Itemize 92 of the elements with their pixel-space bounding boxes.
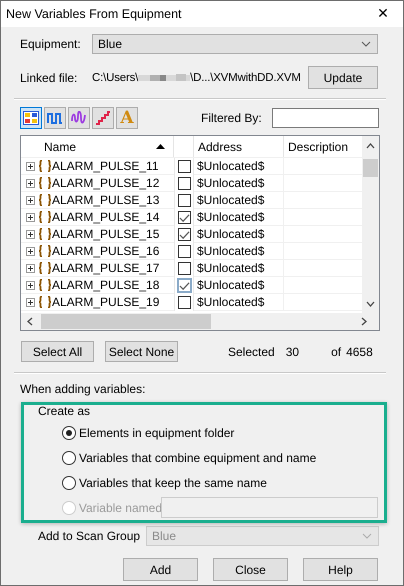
linked-file-label: Linked file: bbox=[20, 70, 78, 84]
expand-icon[interactable] bbox=[26, 264, 35, 272]
window-title: New Variables From Equipment bbox=[6, 7, 182, 21]
row-checkbox[interactable] bbox=[178, 228, 190, 241]
radio-label[interactable]: Elements in equipment folder bbox=[79, 426, 234, 440]
total-count: 4658 bbox=[346, 344, 373, 358]
expand-icon[interactable] bbox=[26, 280, 35, 290]
selected-label: Selected bbox=[228, 344, 275, 358]
dialog-button[interactable]: Help bbox=[303, 558, 378, 581]
group-label: Create as bbox=[38, 404, 90, 418]
radio-button[interactable] bbox=[62, 426, 76, 440]
variable-name: ALARM_PULSE_13 bbox=[52, 193, 160, 207]
scroll-down-icon[interactable] bbox=[366, 301, 375, 307]
steps-button[interactable] bbox=[92, 107, 114, 129]
address-cell: $Unlocated$ bbox=[197, 227, 264, 241]
variable-name: ALARM_PULSE_19 bbox=[52, 295, 160, 309]
equipment-dropdown[interactable]: Blue bbox=[92, 34, 378, 54]
of-label: of bbox=[331, 344, 342, 358]
braces-icon bbox=[38, 296, 52, 308]
address-cell: $Unlocated$ bbox=[197, 176, 264, 190]
expand-icon[interactable] bbox=[26, 162, 35, 170]
address-cell: $Unlocated$ bbox=[197, 261, 264, 275]
update-button[interactable]: Update bbox=[308, 66, 378, 89]
blurred-redaction bbox=[138, 72, 190, 82]
variable-name: ALARM_PULSE_18 bbox=[52, 278, 160, 292]
chevron-icon bbox=[361, 41, 371, 47]
steps-icon bbox=[95, 111, 111, 125]
address-cell: $Unlocated$ bbox=[197, 210, 264, 224]
chevron-icon bbox=[362, 533, 372, 539]
expand-icon[interactable] bbox=[26, 196, 35, 204]
grid-icon bbox=[23, 111, 39, 125]
variable-name: ALARM_PULSE_14 bbox=[52, 210, 160, 224]
file-path-text: \D...\XVMwithDD.XVM bbox=[190, 72, 301, 84]
column-header[interactable]: Name bbox=[21, 136, 174, 157]
variable-name: ALARM_PULSE_11 bbox=[52, 159, 158, 173]
filter-label: Filtered By: bbox=[201, 111, 263, 125]
filter-field[interactable] bbox=[272, 108, 379, 128]
scroll-right-icon[interactable] bbox=[361, 317, 367, 326]
radio-button[interactable] bbox=[62, 476, 76, 490]
expand-icon[interactable] bbox=[26, 212, 35, 222]
row-checkbox[interactable] bbox=[178, 160, 190, 173]
file-path-text: C:\Users\ bbox=[92, 72, 138, 84]
address-cell: $Unlocated$ bbox=[197, 295, 264, 309]
grid-button[interactable] bbox=[20, 107, 42, 129]
row-checkbox[interactable] bbox=[178, 211, 190, 224]
scroll-thumb[interactable] bbox=[41, 314, 211, 329]
address-cell: $Unlocated$ bbox=[197, 159, 264, 173]
variable-name: ALARM_PULSE_17 bbox=[52, 261, 160, 275]
dialog-button[interactable]: Close bbox=[213, 558, 288, 581]
column-header[interactable]: Address bbox=[194, 136, 284, 157]
row-checkbox[interactable] bbox=[178, 194, 190, 207]
row-checkbox[interactable] bbox=[178, 262, 190, 275]
expand-icon[interactable] bbox=[26, 178, 35, 188]
scan-group-label: Add to Scan Group bbox=[38, 529, 142, 543]
address-cell: $Unlocated$ bbox=[197, 244, 264, 258]
braces-icon bbox=[38, 211, 52, 223]
wave-icon bbox=[71, 111, 87, 125]
wave-button[interactable] bbox=[68, 107, 90, 129]
braces-icon bbox=[38, 262, 52, 274]
variable-name: ALARM_PULSE_15 bbox=[52, 227, 160, 241]
variable-name: ALARM_PULSE_12 bbox=[52, 176, 160, 190]
address-cell: $Unlocated$ bbox=[197, 278, 264, 292]
select-all-button[interactable]: Select All bbox=[21, 341, 94, 362]
braces-icon bbox=[38, 279, 52, 291]
braces-icon bbox=[38, 194, 52, 206]
row-checkbox[interactable] bbox=[178, 177, 190, 190]
vertical-scrollbar[interactable] bbox=[362, 136, 379, 313]
braces-icon bbox=[38, 160, 52, 172]
expand-icon[interactable] bbox=[26, 230, 35, 238]
pulse-icon bbox=[47, 112, 63, 124]
section-heading: When adding variables: bbox=[20, 382, 146, 396]
row-checkbox[interactable] bbox=[178, 245, 190, 258]
horizontal-scrollbar[interactable] bbox=[21, 313, 379, 330]
variable-name: ALARM_PULSE_16 bbox=[52, 244, 160, 258]
row-checkbox[interactable] bbox=[178, 296, 190, 309]
expand-icon[interactable] bbox=[26, 298, 35, 306]
pulse-button[interactable] bbox=[44, 107, 66, 129]
address-cell: $Unlocated$ bbox=[197, 193, 264, 207]
braces-icon bbox=[38, 228, 52, 240]
equipment-label: Equipment: bbox=[20, 37, 82, 51]
scroll-up-icon[interactable] bbox=[366, 143, 375, 149]
radio-button[interactable] bbox=[62, 451, 76, 466]
selected-count: 30 bbox=[286, 344, 300, 358]
select-none-button[interactable]: Select None bbox=[105, 341, 178, 362]
braces-icon bbox=[38, 245, 52, 257]
radio-label[interactable]: Variables that combine equipment and name bbox=[79, 451, 316, 466]
scroll-left-icon[interactable] bbox=[27, 317, 33, 326]
braces-icon bbox=[38, 177, 52, 189]
radio-label[interactable]: Variables that keep the same name bbox=[79, 476, 267, 490]
expand-icon[interactable] bbox=[26, 246, 35, 256]
dialog-button[interactable]: Add bbox=[123, 558, 198, 581]
scroll-thumb[interactable] bbox=[363, 159, 378, 177]
